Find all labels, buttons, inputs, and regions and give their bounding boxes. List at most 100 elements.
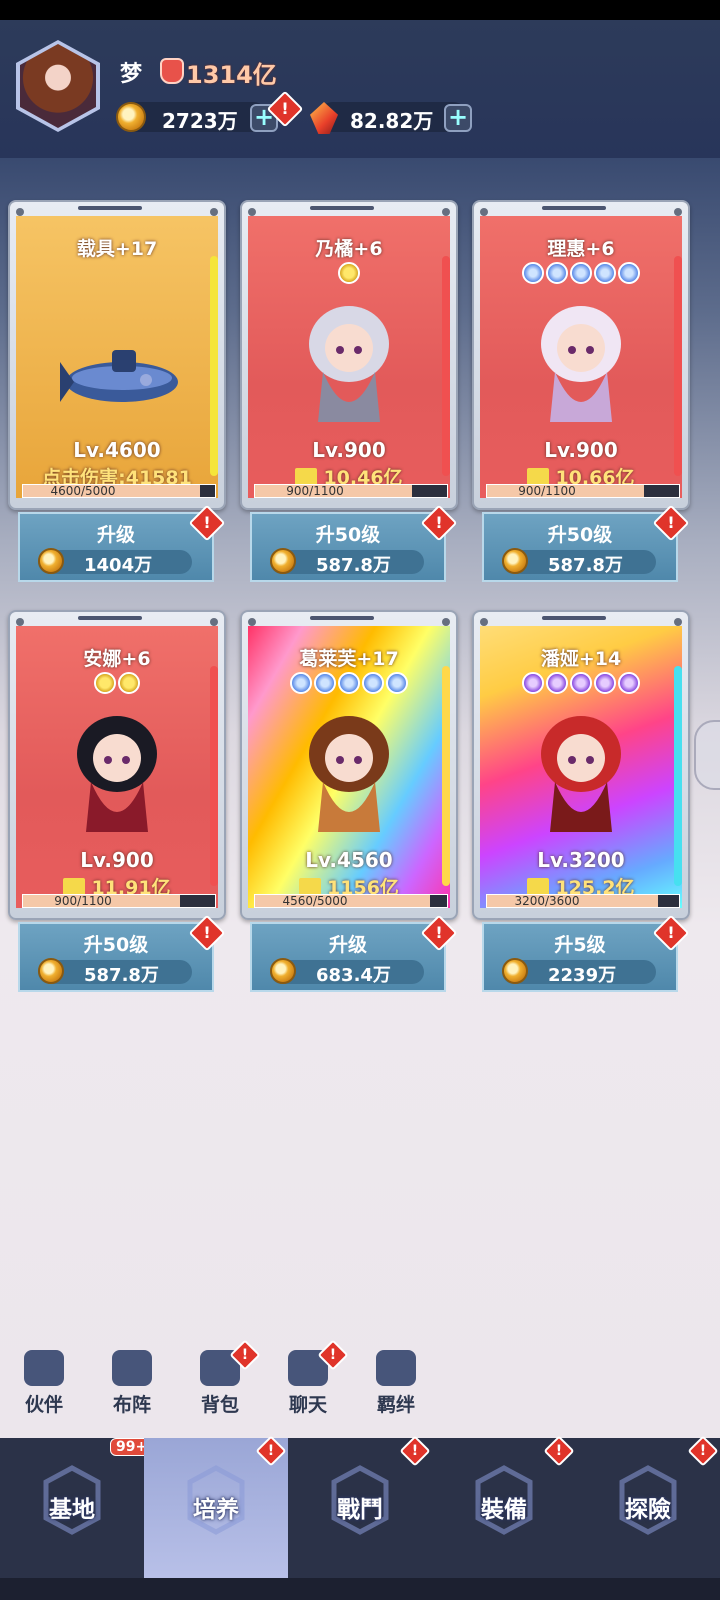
card-notch (310, 616, 374, 620)
upgrade-button[interactable]: 升级 683.4万 (250, 922, 446, 992)
card-background: 安娜+6 Lv.900 11.91亿 (16, 626, 218, 908)
card-title: 乃橘+6 (315, 238, 383, 260)
level-progress-text: 4600/5000 (50, 484, 116, 498)
character-portrait (288, 292, 410, 432)
character-card[interactable]: 潘娅+14 Lv.3200 125.2亿 3200/3600 (472, 610, 690, 920)
upgrade-button-label: 升50级 (83, 934, 149, 956)
gold-coin-icon (270, 958, 296, 984)
status-bar (0, 0, 720, 20)
upgrade-cost: 587.8万 (38, 958, 192, 986)
card-pin (16, 618, 24, 626)
card-background: 理惠+6 Lv.900 10.66亿 (480, 216, 682, 498)
card-title: 载具+17 (76, 238, 158, 260)
player-header (0, 20, 720, 158)
card-level: Lv.3200 (537, 848, 625, 872)
upgrade-cost: 683.4万 (270, 958, 424, 986)
side-nav-label: 伙伴 (24, 1394, 63, 1416)
side-drawer-handle[interactable] (694, 720, 720, 790)
upgrade-button[interactable]: 升50级 587.8万 (18, 922, 214, 992)
tab-label: 培养 (193, 1497, 239, 1523)
level-progress-text: 3200/3600 (514, 894, 580, 908)
card-background: 潘娅+14 Lv.3200 125.2亿 (480, 626, 682, 908)
card-pin (248, 618, 256, 626)
gold-value: 2723万 (162, 109, 238, 133)
level-progress-text: 900/1100 (54, 894, 112, 908)
tab-label: 探險 (625, 1497, 671, 1523)
character-card[interactable]: 乃橘+6 Lv.900 10.46亿 900/1100 (240, 200, 458, 510)
system-nav-bar (0, 1578, 720, 1600)
tab-battle[interactable]: 戰鬥! (288, 1435, 432, 1578)
level-progress-bar: 4560/5000 (254, 894, 448, 908)
side-nav-bond[interactable]: 羁绊 (366, 1350, 426, 1417)
upgrade-button-label: 升级 (328, 934, 367, 956)
gold-coin-icon (38, 548, 64, 574)
bottom-tab-bar: 基地 99+ 培养! 戰鬥! 裝備! 探險! (0, 1435, 720, 1578)
star-icon (522, 262, 544, 284)
level-progress-text: 4560/5000 (282, 894, 348, 908)
upgrade-button[interactable]: 升5级 2239万 (482, 922, 678, 992)
star-icon (546, 672, 568, 694)
side-nav-partners[interactable]: 伙伴 (14, 1350, 74, 1417)
card-level: Lv.900 (80, 848, 154, 872)
tab-equipment[interactable]: 裝備! (432, 1435, 576, 1578)
star-icon (290, 672, 312, 694)
upgrade-cost: 2239万 (502, 958, 656, 986)
side-nav-formation-flag[interactable]: 布阵 (102, 1350, 162, 1417)
star-icon (570, 262, 592, 284)
upgrade-button-label: 升50级 (547, 524, 613, 546)
character-card[interactable]: 理惠+6 Lv.900 10.66亿 900/1100 (472, 200, 690, 510)
gold-coin-icon (502, 958, 528, 984)
side-nav-label: 布阵 (112, 1394, 151, 1416)
gold-coin-icon (270, 548, 296, 574)
level-progress-bar: 3200/3600 (486, 894, 680, 908)
tab-train[interactable]: 培养! (144, 1435, 288, 1578)
card-pin (480, 208, 488, 216)
star-icon (314, 672, 336, 694)
card-title: 潘娅+14 (540, 648, 622, 670)
star-icon (386, 672, 408, 694)
upgrade-button[interactable]: 升级 1404万 (18, 512, 214, 582)
character-card[interactable]: 葛莱芙+17 Lv.4560 1156亿 4560/5000 (240, 610, 458, 920)
upgrade-cost-value: 587.8万 (548, 555, 623, 576)
card-title: 理惠+6 (547, 238, 615, 260)
card-level: Lv.900 (544, 438, 618, 462)
side-nav-label: 背包 (200, 1394, 239, 1416)
character-portrait (56, 702, 178, 842)
upgrade-cost-value: 587.8万 (316, 555, 391, 576)
upgrade-cost: 587.8万 (270, 548, 424, 576)
character-card[interactable]: 载具+17 Lv.4600 点击伤害:41581 4600/5000 (8, 200, 226, 510)
character-card[interactable]: 安娜+6 Lv.900 11.91亿 900/1100 (8, 610, 226, 920)
card-pin (16, 208, 24, 216)
card-pin (442, 618, 450, 626)
tab-label: 戰鬥 (337, 1497, 383, 1523)
star-icon (546, 262, 568, 284)
tab-base[interactable]: 基地 99+ (0, 1438, 154, 1578)
avatar-portrait (20, 44, 96, 128)
card-background: 葛莱芙+17 Lv.4560 1156亿 (248, 626, 450, 908)
star-rating (480, 262, 682, 288)
card-title: 安娜+6 (83, 648, 151, 670)
level-progress-text: 900/1100 (286, 484, 344, 498)
upgrade-cost-value: 2239万 (548, 965, 617, 986)
star-icon (522, 672, 544, 694)
card-title: 葛莱芙+17 (299, 648, 399, 670)
add-gems-button[interactable]: + (444, 104, 472, 132)
card-notch (78, 616, 142, 620)
star-icon (618, 672, 640, 694)
player-name: 梦 (120, 62, 143, 87)
side-nav-label: 羁绊 (376, 1394, 415, 1416)
alert-icon: ! (687, 1435, 719, 1467)
upgrade-button-label: 升50级 (315, 524, 381, 546)
star-icon (594, 262, 616, 284)
star-icon (594, 672, 616, 694)
star-icon (338, 262, 360, 284)
alert-icon: ! (543, 1435, 575, 1467)
alert-icon: ! (255, 1435, 287, 1467)
card-notch (542, 616, 606, 620)
upgrade-cost-value: 587.8万 (84, 965, 159, 986)
tab-explore[interactable]: 探險! (576, 1435, 720, 1578)
gold-coin-icon (116, 102, 146, 132)
upgrade-button[interactable]: 升50级 587.8万 (250, 512, 446, 582)
alert-icon: ! (399, 1435, 431, 1467)
upgrade-button[interactable]: 升50级 587.8万 (482, 512, 678, 582)
